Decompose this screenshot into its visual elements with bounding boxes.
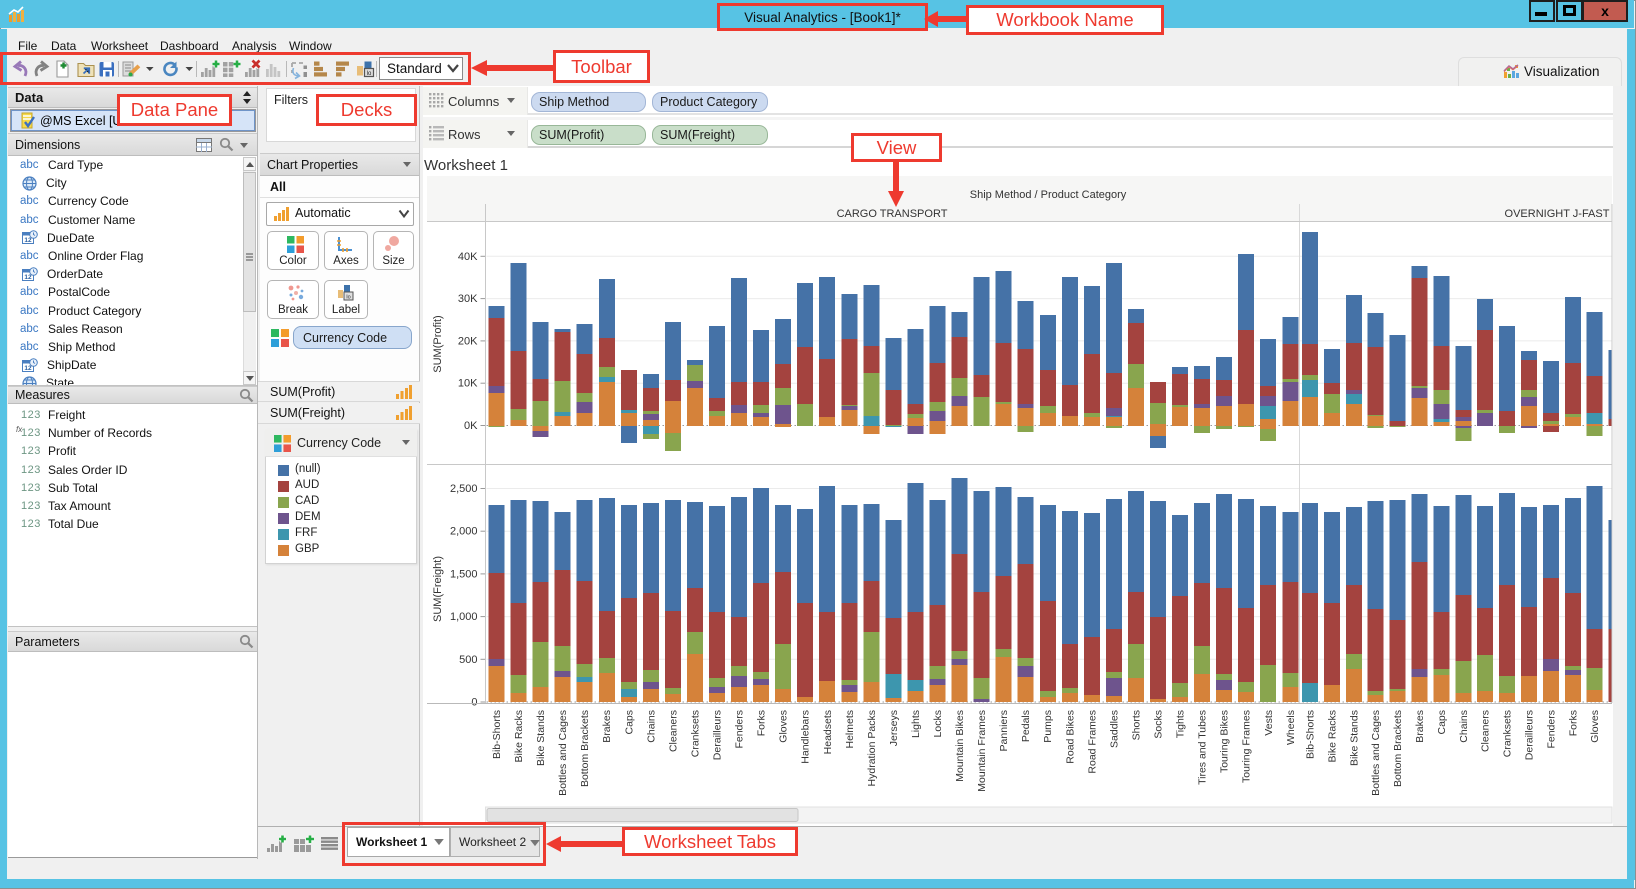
svg-text:Brakes: Brakes: [1414, 710, 1426, 743]
svg-text:Bib-Shorts: Bib-Shorts: [1305, 710, 1317, 759]
svg-text:Derailleurs: Derailleurs: [1524, 710, 1536, 760]
svg-text:Fenders: Fenders: [734, 710, 746, 749]
svg-text:Forks: Forks: [756, 710, 768, 736]
svg-text:SUM(Profit): SUM(Profit): [432, 315, 444, 372]
svg-text:Saddles: Saddles: [1108, 710, 1120, 748]
svg-text:Gloves: Gloves: [1589, 710, 1601, 743]
svg-text:Wheels: Wheels: [1285, 710, 1297, 745]
svg-text:Caps: Caps: [623, 710, 635, 735]
svg-text:Vests: Vests: [1263, 710, 1275, 736]
svg-text:20K: 20K: [458, 335, 478, 347]
svg-text:Locks: Locks: [932, 710, 944, 737]
svg-text:Touring Bikes: Touring Bikes: [1219, 710, 1231, 773]
svg-text:1,500: 1,500: [450, 568, 478, 580]
svg-text:Lights: Lights: [910, 710, 922, 738]
svg-text:lo: lo: [346, 295, 350, 301]
svg-text:12: 12: [24, 274, 32, 281]
svg-text:Panniers: Panniers: [998, 710, 1010, 751]
svg-text:OVERNIGHT J-FAST: OVERNIGHT J-FAST: [1505, 208, 1610, 220]
svg-text:Bottom Brackets: Bottom Brackets: [1392, 710, 1404, 787]
svg-text:10K: 10K: [458, 378, 478, 390]
svg-text:Headsets: Headsets: [822, 710, 834, 754]
svg-text:12: 12: [24, 237, 32, 244]
svg-text:500: 500: [459, 654, 477, 666]
svg-text:Cleaners: Cleaners: [1480, 710, 1492, 752]
svg-text:Cranksets: Cranksets: [1502, 710, 1514, 757]
svg-text:12: 12: [24, 365, 32, 372]
svg-text:Tights: Tights: [1175, 710, 1187, 738]
svg-text:Bike Racks: Bike Racks: [1326, 710, 1338, 763]
svg-text:40K: 40K: [458, 251, 478, 263]
svg-text:Pedals: Pedals: [1020, 710, 1032, 742]
svg-text:SUM(Freight): SUM(Freight): [432, 556, 444, 622]
svg-text:Helmets: Helmets: [844, 710, 856, 749]
svg-text:Bottom Brackets: Bottom Brackets: [579, 710, 591, 787]
svg-text:0: 0: [471, 697, 477, 709]
svg-text:Gloves: Gloves: [778, 710, 790, 743]
svg-text:Socks: Socks: [1153, 710, 1165, 739]
svg-text:Chains: Chains: [1458, 710, 1470, 743]
svg-text:Cleaners: Cleaners: [667, 710, 679, 752]
svg-text:Touring Frames: Touring Frames: [1241, 710, 1253, 783]
svg-text:Handlebars: Handlebars: [800, 710, 812, 764]
svg-text:0K: 0K: [464, 420, 478, 432]
svg-text:Forks: Forks: [1567, 710, 1579, 736]
svg-text:Mountain Frames: Mountain Frames: [976, 710, 988, 792]
svg-text:1,000: 1,000: [450, 611, 478, 623]
svg-text:CARGO TRANSPORT: CARGO TRANSPORT: [837, 208, 948, 220]
svg-text:Brakes: Brakes: [601, 710, 613, 743]
svg-text:Hydration Packs: Hydration Packs: [866, 710, 878, 786]
svg-text:Bike Stands: Bike Stands: [1348, 710, 1360, 766]
svg-text:Road Frames: Road Frames: [1086, 710, 1098, 774]
svg-text:2,500: 2,500: [450, 483, 478, 495]
svg-text:Derailleurs: Derailleurs: [712, 710, 724, 760]
svg-text:Bottles and Cages: Bottles and Cages: [1370, 710, 1382, 796]
svg-text:Cranksets: Cranksets: [690, 710, 702, 757]
svg-text:Bike Racks: Bike Racks: [513, 710, 525, 763]
svg-text:Tires and Tubes: Tires and Tubes: [1197, 710, 1209, 785]
svg-text:Fenders: Fenders: [1545, 710, 1557, 749]
svg-text:Chains: Chains: [645, 710, 657, 743]
svg-text:Ship Method / Product Category: Ship Method / Product Category: [970, 189, 1127, 201]
svg-text:Bottles and Cages: Bottles and Cages: [557, 710, 569, 796]
svg-text:Shorts: Shorts: [1131, 710, 1143, 740]
svg-text:30K: 30K: [458, 293, 478, 305]
svg-text:Caps: Caps: [1436, 710, 1448, 735]
svg-text:Jerseys: Jerseys: [888, 710, 900, 746]
svg-text:Pumps: Pumps: [1042, 710, 1054, 743]
svg-text:Bib-Shorts: Bib-Shorts: [491, 710, 503, 759]
svg-text:2,000: 2,000: [450, 526, 478, 538]
svg-text:Bike Stands: Bike Stands: [535, 710, 547, 766]
svg-text:Road Bikes: Road Bikes: [1064, 710, 1076, 764]
svg-text:Mountain Bikes: Mountain Bikes: [954, 710, 966, 782]
